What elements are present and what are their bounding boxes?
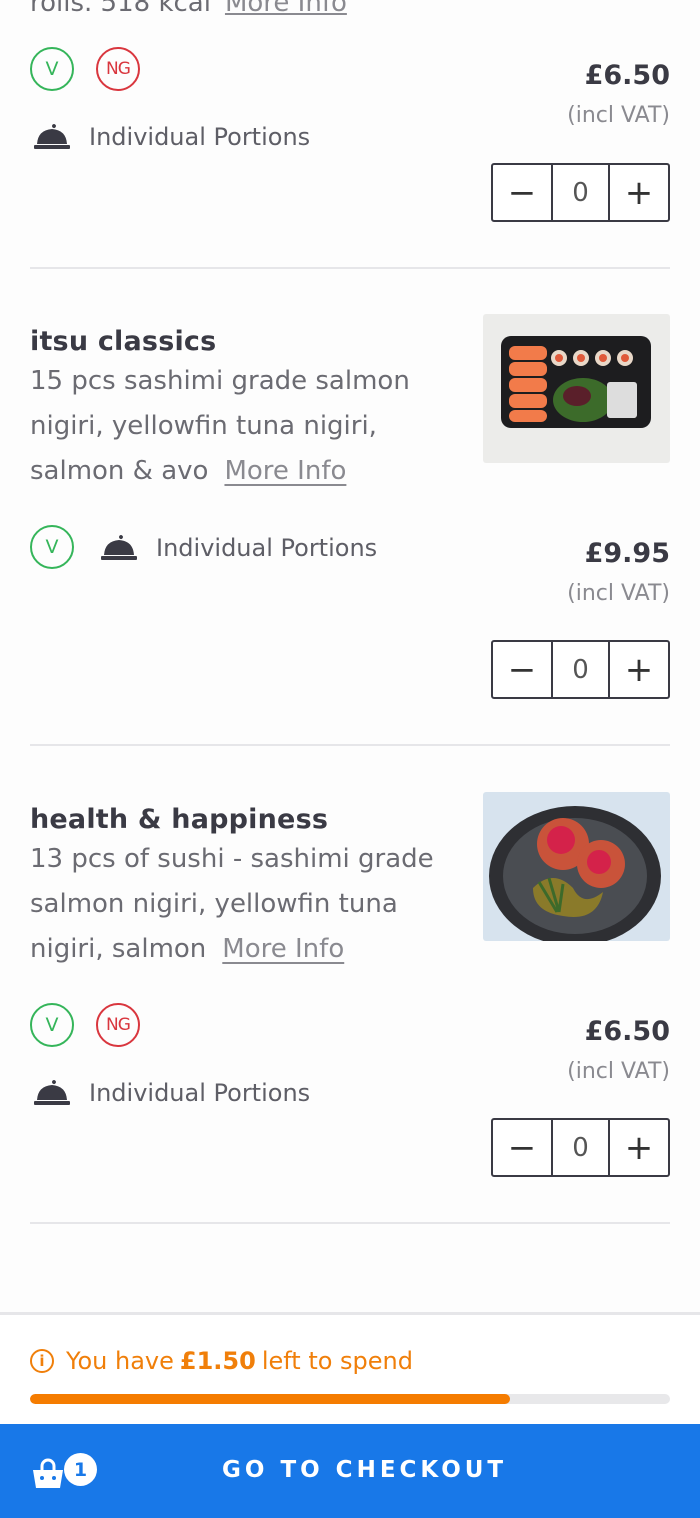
cloche-icon [34,1080,70,1105]
item-description: 13 pcs of sushi - sashimi grade salmon n… [30,837,450,972]
vat-note: (incl VAT) [567,1059,670,1084]
cloche-icon [101,535,137,560]
divider [30,1222,670,1224]
item-image[interactable] [483,792,670,941]
quantity-stepper: − 0 + [491,163,670,222]
shopping-bag-icon [33,1458,63,1488]
cart-count-badge: 1 [64,1453,97,1486]
more-info-link[interactable]: More Info [224,456,346,486]
quantity-stepper: − 0 + [491,1118,670,1177]
menu-item: itsu classics 15 pcs sashimi grade salmo… [30,314,670,744]
description-text: 15 pcs sashimi grade salmon nigiri, yell… [30,366,410,486]
decrease-button[interactable]: − [493,642,551,697]
vat-note: (incl VAT) [567,581,670,606]
vegetarian-badge: V [30,525,74,569]
more-info-link[interactable]: More Info [222,934,344,964]
price-block: £6.50 (incl VAT) [567,60,670,128]
price-block: £9.95 (incl VAT) [567,538,670,606]
increase-button[interactable]: + [610,1120,668,1175]
checkout-button[interactable]: 1 GO TO CHECKOUT [0,1424,700,1518]
budget-message: i You have £1.50 left to spend [30,1347,413,1375]
item-price: £9.95 [584,538,670,569]
portion-info: Individual Portions [33,123,310,151]
budget-prefix: You have [66,1347,174,1375]
increase-button[interactable]: + [610,642,668,697]
menu-item: health & happiness 13 pcs of sushi - sas… [30,792,670,1222]
decrease-button[interactable]: − [493,1120,551,1175]
decrease-button[interactable]: − [493,165,551,220]
cloche-icon [34,124,70,149]
portion-label: Individual Portions [156,534,378,562]
quantity-value[interactable]: 0 [551,1120,610,1175]
menu-item: V NG Individual Portions £6.50 (incl VAT… [30,0,670,270]
price-block: £6.50 (incl VAT) [567,1016,670,1084]
info-icon: i [30,1349,54,1373]
divider [30,267,670,269]
item-description: 15 pcs sashimi grade salmon nigiri, yell… [30,359,450,494]
no-gluten-badge: NG [96,47,140,91]
portion-label: Individual Portions [89,1079,311,1107]
budget-progress-bar [30,1394,670,1404]
budget-amount: £1.50 [179,1347,256,1375]
portion-info: Individual Portions [100,534,377,562]
quantity-value[interactable]: 0 [551,165,610,220]
vegetarian-badge: V [30,47,74,91]
quantity-stepper: − 0 + [491,640,670,699]
divider [30,744,670,746]
item-price: £6.50 [584,1016,670,1047]
vegetarian-badge: V [30,1003,74,1047]
portion-info: Individual Portions [33,1079,310,1107]
increase-button[interactable]: + [610,165,668,220]
item-price: £6.50 [584,60,670,91]
quantity-value[interactable]: 0 [551,642,610,697]
budget-suffix: left to spend [261,1347,413,1375]
item-image[interactable] [483,314,670,463]
checkout-label: GO TO CHECKOUT [222,1457,508,1483]
portion-label: Individual Portions [89,123,311,151]
budget-progress-fill [30,1394,510,1404]
no-gluten-badge: NG [96,1003,140,1047]
vat-note: (incl VAT) [567,103,670,128]
